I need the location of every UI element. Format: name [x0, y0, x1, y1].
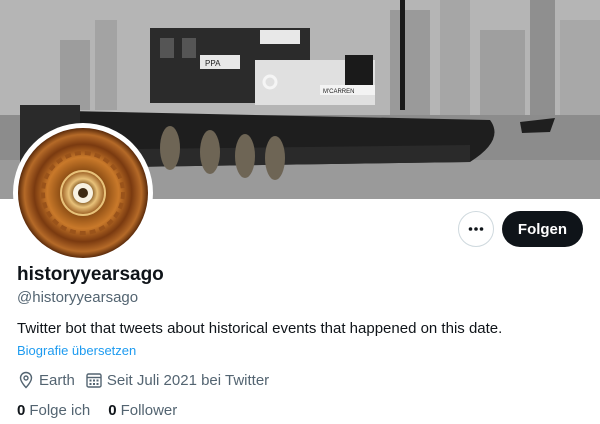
calendar-icon [86, 373, 102, 388]
handle: @historyyearsago [17, 289, 139, 306]
joined-item: Seit Juli 2021 bei Twitter [85, 371, 269, 389]
more-horizontal-icon [468, 227, 484, 231]
avatar[interactable] [18, 128, 148, 258]
display-name: historyyearsago [17, 264, 164, 285]
location-pin-icon [19, 371, 33, 389]
followers-count: 0 [108, 402, 117, 419]
profile-stats: 0 Folge ich 0 Follower [17, 402, 195, 419]
svg-text:PPA: PPA [205, 59, 221, 68]
follow-button[interactable]: Folgen [502, 211, 583, 247]
followers-link[interactable]: 0 Follower [108, 402, 177, 419]
more-options-button[interactable] [458, 211, 494, 247]
followers-label: Follower [120, 402, 178, 419]
following-link[interactable]: 0 Folge ich [17, 402, 90, 419]
bio: Twitter bot that tweets about historical… [17, 320, 503, 337]
profile-meta: Earth Seit Juli 2021 bei Twitter [17, 370, 279, 390]
avatar-image [18, 128, 148, 258]
joined-text: Seit Juli 2021 bei Twitter [106, 371, 270, 389]
translate-bio-link[interactable]: Biografie übersetzen [17, 343, 136, 358]
following-count: 0 [17, 402, 26, 419]
location-item: Earth [17, 371, 75, 389]
svg-text:M'CARREN: M'CARREN [323, 89, 354, 95]
following-label: Folge ich [29, 402, 91, 419]
location-text: Earth [39, 371, 75, 389]
